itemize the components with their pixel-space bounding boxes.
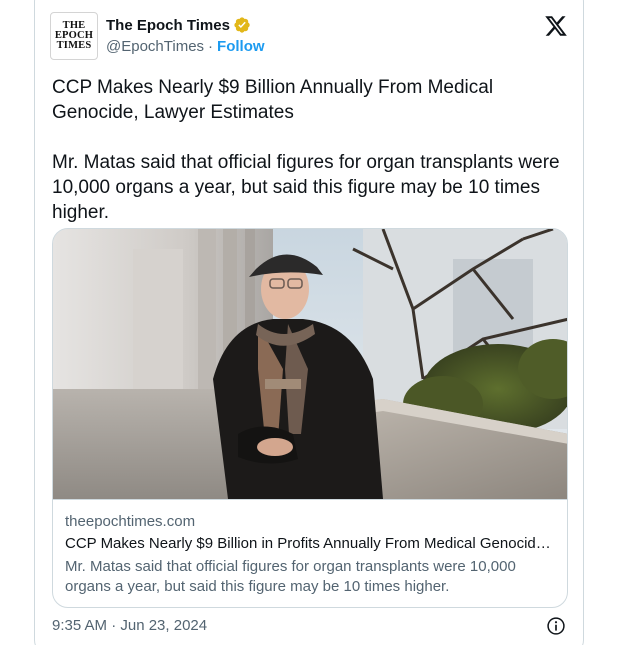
link-headline: CCP Makes Nearly $9 Billion in Profits A…	[65, 535, 557, 552]
avatar[interactable]: THE EPOCH TIMES	[50, 12, 98, 60]
author-handle[interactable]: @EpochTimes	[106, 38, 204, 55]
tweet-text: CCP Makes Nearly $9 Billion Annually Fro…	[52, 75, 562, 225]
separator-dot: ·	[208, 38, 214, 55]
link-card-meta: theepochtimes.com CCP Makes Nearly $9 Bi…	[53, 499, 567, 607]
article-photo	[53, 229, 567, 499]
avatar-line: TIMES	[56, 40, 92, 51]
verified-badge-icon	[234, 17, 250, 33]
tweet-timestamp[interactable]: 9:35 AM · Jun 23, 2024	[52, 617, 207, 634]
author-name-row: The Epoch Times	[106, 16, 251, 34]
tweet-title: CCP Makes Nearly $9 Billion Annually Fro…	[52, 77, 494, 123]
x-logo-icon[interactable]	[544, 14, 568, 38]
author-handle-row: @EpochTimes · Follow	[106, 38, 265, 55]
follow-button[interactable]: Follow	[217, 38, 265, 55]
info-icon[interactable]	[546, 616, 566, 636]
link-domain: theepochtimes.com	[65, 513, 196, 530]
link-description: Mr. Matas said that official figures for…	[65, 558, 516, 595]
tweet-body: Mr. Matas said that official figures for…	[52, 152, 560, 223]
link-preview-card[interactable]: theepochtimes.com CCP Makes Nearly $9 Bi…	[52, 228, 568, 608]
author-display-name[interactable]: The Epoch Times	[106, 17, 230, 34]
